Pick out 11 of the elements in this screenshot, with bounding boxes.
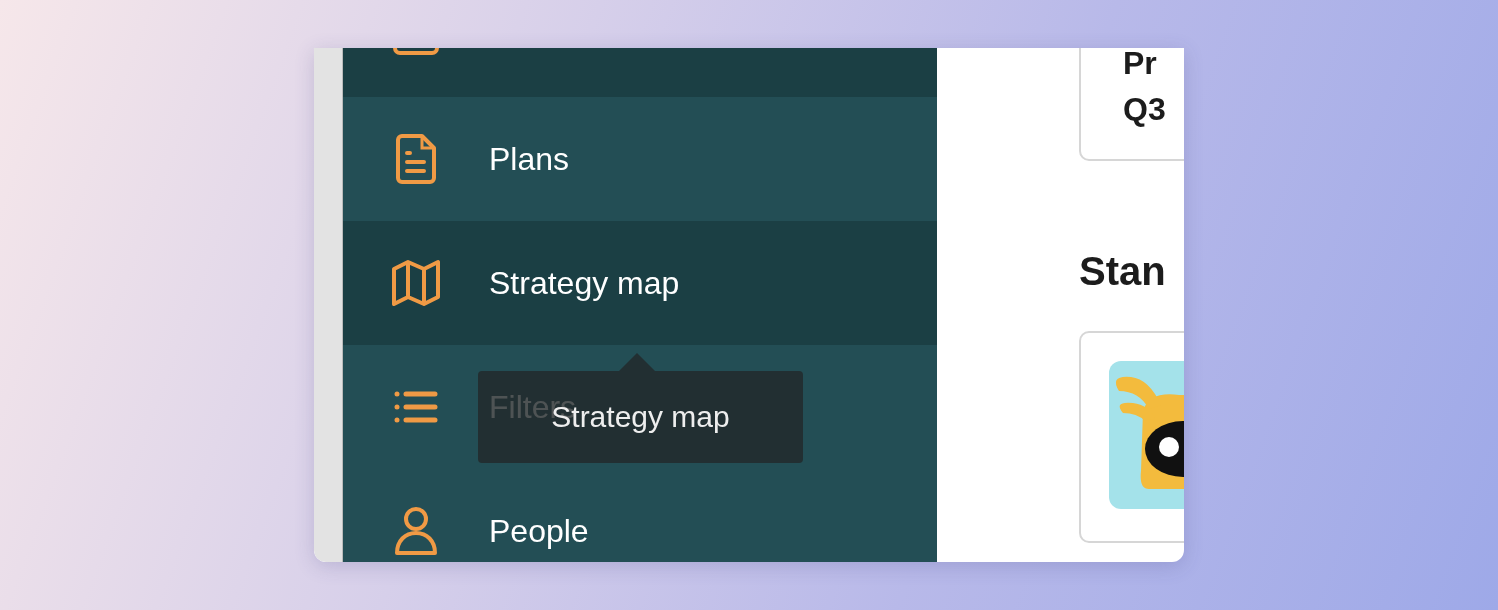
sidebar-label: People xyxy=(489,512,589,550)
document-icon xyxy=(394,134,438,184)
list-icon xyxy=(394,391,438,423)
person-icon xyxy=(394,506,438,556)
sidebar-label: Plans xyxy=(489,140,570,178)
card-text: Q3 xyxy=(1123,90,1167,129)
map-icon xyxy=(391,259,441,307)
card-text: Pr xyxy=(1123,48,1158,83)
sidebar-label: Strategy map xyxy=(489,264,680,302)
sidebar-item[interactable]: Strategy map xyxy=(343,221,937,345)
section-heading: Stan xyxy=(1079,248,1167,295)
